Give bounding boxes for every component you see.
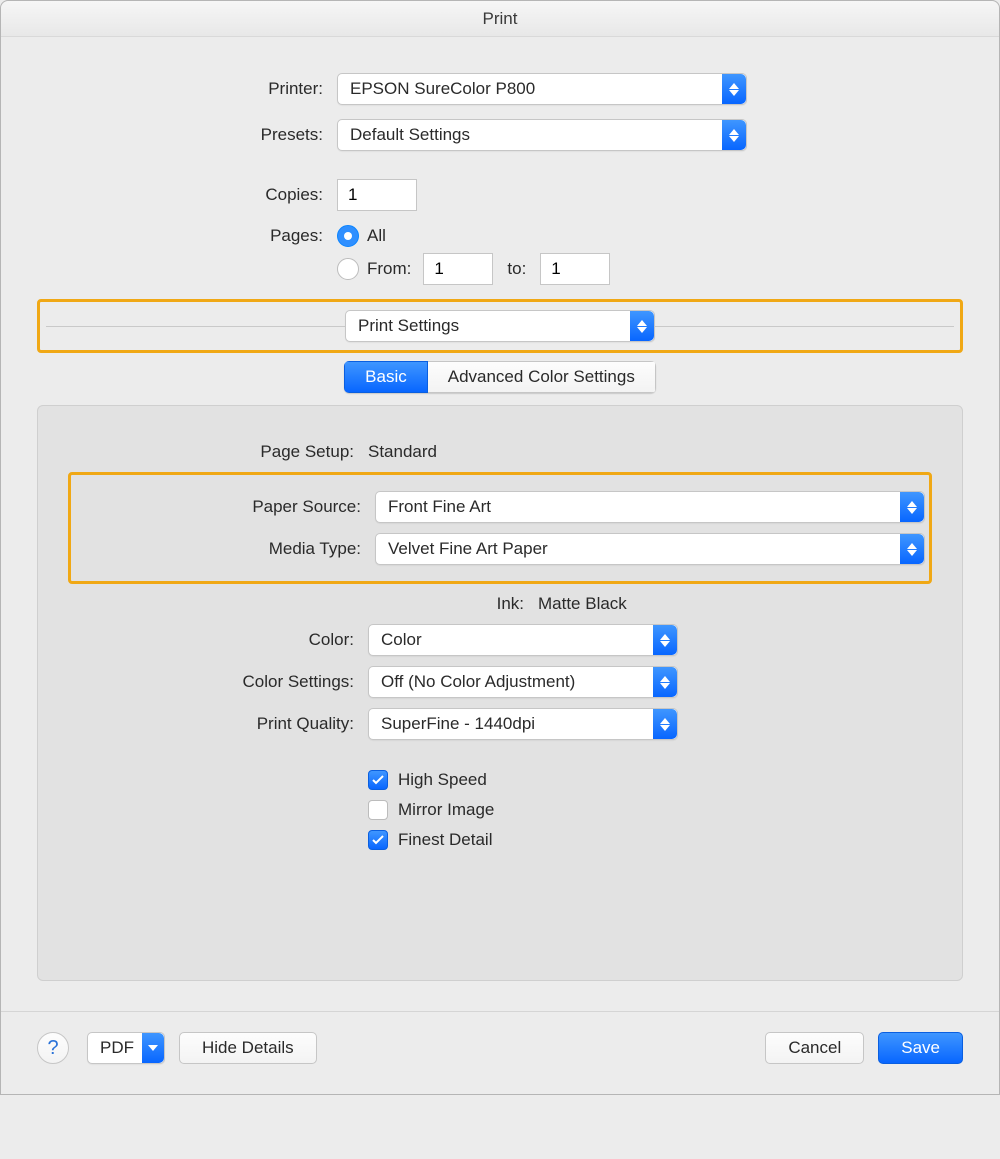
ink-label: Ink: xyxy=(68,594,538,614)
print-dialog: Print Printer: EPSON SureColor P800 Pres… xyxy=(0,0,1000,1095)
mirror-image-label: Mirror Image xyxy=(398,800,494,820)
chevron-up-down-icon xyxy=(653,667,677,697)
color-label: Color: xyxy=(68,630,368,650)
high-speed-checkbox[interactable] xyxy=(368,770,388,790)
chevron-up-down-icon xyxy=(653,625,677,655)
chevron-up-down-icon xyxy=(722,74,746,104)
page-setup-value: Standard xyxy=(368,442,437,462)
finest-detail-checkbox[interactable] xyxy=(368,830,388,850)
from-label: From: xyxy=(367,259,411,279)
save-button[interactable]: Save xyxy=(878,1032,963,1064)
high-speed-label: High Speed xyxy=(398,770,487,790)
media-type-label: Media Type: xyxy=(75,539,375,559)
from-input[interactable] xyxy=(423,253,493,285)
copies-input[interactable] xyxy=(337,179,417,211)
to-label: to: xyxy=(507,259,526,279)
presets-label: Presets: xyxy=(37,125,337,145)
ink-value: Matte Black xyxy=(538,594,627,614)
color-settings-value: Off (No Color Adjustment) xyxy=(381,672,575,692)
pdf-label: PDF xyxy=(100,1038,134,1058)
tab-advanced[interactable]: Advanced Color Settings xyxy=(428,361,656,393)
pages-all-radio[interactable] xyxy=(337,225,359,247)
print-quality-value: SuperFine - 1440dpi xyxy=(381,714,535,734)
window-title: Print xyxy=(1,1,999,37)
section-select[interactable]: Print Settings xyxy=(345,310,655,342)
chevron-up-down-icon xyxy=(653,709,677,739)
section-highlight: Print Settings xyxy=(37,299,963,353)
print-quality-select[interactable]: SuperFine - 1440dpi xyxy=(368,708,678,740)
help-icon: ? xyxy=(47,1037,58,1060)
chevron-up-down-icon xyxy=(722,120,746,150)
paper-source-select[interactable]: Front Fine Art xyxy=(375,491,925,523)
chevron-up-down-icon xyxy=(900,492,924,522)
to-input[interactable] xyxy=(540,253,610,285)
printer-value: EPSON SureColor P800 xyxy=(350,79,535,99)
print-settings-panel: Page Setup: Standard Paper Source: Front… xyxy=(37,405,963,981)
pages-all-label: All xyxy=(367,226,386,246)
media-type-select[interactable]: Velvet Fine Art Paper xyxy=(375,533,925,565)
copies-label: Copies: xyxy=(37,185,337,205)
color-settings-label: Color Settings: xyxy=(68,672,368,692)
pages-label: Pages: xyxy=(37,226,337,246)
cancel-button[interactable]: Cancel xyxy=(765,1032,864,1064)
media-type-value: Velvet Fine Art Paper xyxy=(388,539,548,559)
color-value: Color xyxy=(381,630,422,650)
hide-details-button[interactable]: Hide Details xyxy=(179,1032,317,1064)
pages-range-radio[interactable] xyxy=(337,258,359,280)
finest-detail-label: Finest Detail xyxy=(398,830,492,850)
printer-select[interactable]: EPSON SureColor P800 xyxy=(337,73,747,105)
paper-source-label: Paper Source: xyxy=(75,497,375,517)
chevron-down-icon xyxy=(142,1033,164,1063)
mirror-image-checkbox[interactable] xyxy=(368,800,388,820)
tab-basic[interactable]: Basic xyxy=(344,361,428,393)
dialog-footer: ? PDF Hide Details Cancel Save xyxy=(1,1011,999,1094)
help-button[interactable]: ? xyxy=(37,1032,69,1064)
settings-tabs: Basic Advanced Color Settings xyxy=(344,361,656,393)
color-settings-select[interactable]: Off (No Color Adjustment) xyxy=(368,666,678,698)
section-value: Print Settings xyxy=(358,316,459,336)
presets-select[interactable]: Default Settings xyxy=(337,119,747,151)
paper-source-value: Front Fine Art xyxy=(388,497,491,517)
paper-media-highlight: Paper Source: Front Fine Art Media Type:… xyxy=(68,472,932,584)
color-select[interactable]: Color xyxy=(368,624,678,656)
chevron-up-down-icon xyxy=(630,311,654,341)
presets-value: Default Settings xyxy=(350,125,470,145)
pdf-menu[interactable]: PDF xyxy=(87,1032,165,1064)
chevron-up-down-icon xyxy=(900,534,924,564)
print-quality-label: Print Quality: xyxy=(68,714,368,734)
page-setup-label: Page Setup: xyxy=(68,442,368,462)
printer-label: Printer: xyxy=(37,79,337,99)
